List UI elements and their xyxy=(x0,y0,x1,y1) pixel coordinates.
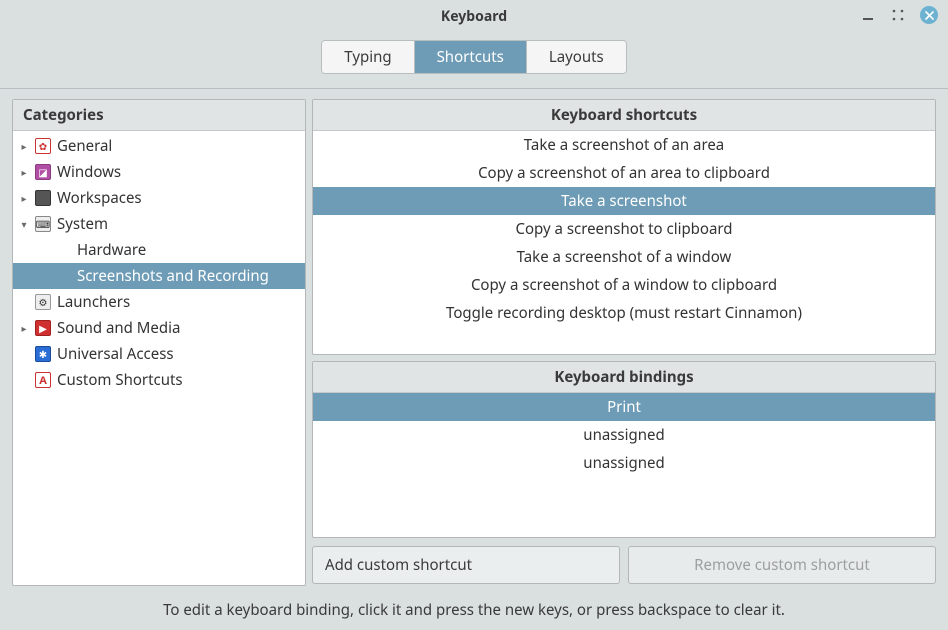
shortcuts-header: Keyboard shortcuts xyxy=(313,100,935,131)
category-general[interactable]: ▸ ✿ General xyxy=(13,133,305,159)
shortcut-row[interactable]: Take a screenshot xyxy=(313,187,935,215)
general-icon: ✿ xyxy=(35,138,51,154)
shortcut-row[interactable]: Take a screenshot of a window xyxy=(313,243,935,271)
shortcuts-list[interactable]: Take a screenshot of an areaCopy a scree… xyxy=(313,131,935,354)
category-label: Launchers xyxy=(57,292,130,312)
expander-open-icon[interactable]: ▾ xyxy=(17,217,31,231)
tab-shortcuts[interactable]: Shortcuts xyxy=(415,41,527,73)
content: Categories ▸ ✿ General ▸ ◪ Windows ▸ Workspaces… xyxy=(0,89,948,592)
expander-closed-icon[interactable]: ▸ xyxy=(17,139,31,153)
category-label: Screenshots and Recording xyxy=(77,266,269,286)
add-custom-shortcut-button[interactable]: Add custom shortcut xyxy=(312,546,620,584)
expander-closed-icon[interactable]: ▸ xyxy=(17,165,31,179)
tabs: Typing Shortcuts Layouts xyxy=(321,40,626,74)
expander-closed-icon[interactable]: ▸ xyxy=(17,321,31,335)
category-label: Universal Access xyxy=(57,344,174,364)
sound-icon: ▶ xyxy=(35,320,51,336)
category-label: Hardware xyxy=(77,240,146,260)
category-label: Windows xyxy=(57,162,121,182)
bindings-header: Keyboard bindings xyxy=(313,362,935,393)
category-sound[interactable]: ▸ ▶ Sound and Media xyxy=(13,315,305,341)
footer-hint: To edit a keyboard binding, click it and… xyxy=(0,592,948,630)
categories-tree[interactable]: ▸ ✿ General ▸ ◪ Windows ▸ Workspaces ▾ ⌨ System Har… xyxy=(13,131,305,585)
window-controls xyxy=(860,6,938,24)
launchers-icon: ⚙ xyxy=(35,294,51,310)
access-icon: ✱ xyxy=(35,346,51,362)
category-screenshots[interactable]: Screenshots and Recording xyxy=(13,263,305,289)
category-label: Sound and Media xyxy=(57,318,180,338)
category-access[interactable]: ✱ Universal Access xyxy=(13,341,305,367)
category-launchers[interactable]: ⚙ Launchers xyxy=(13,289,305,315)
category-workspaces[interactable]: ▸ Workspaces xyxy=(13,185,305,211)
category-label: Custom Shortcuts xyxy=(57,370,183,390)
right-column: Keyboard shortcuts Take a screenshot of … xyxy=(312,99,936,586)
category-label: General xyxy=(57,136,112,156)
maximize-button[interactable] xyxy=(890,7,906,23)
tabs-row: Typing Shortcuts Layouts xyxy=(0,32,948,89)
windows-icon: ◪ xyxy=(35,164,51,180)
tab-typing[interactable]: Typing xyxy=(322,41,414,73)
custom-icon: A xyxy=(35,372,51,388)
binding-row[interactable]: Print xyxy=(313,393,935,421)
shortcut-row[interactable]: Toggle recording desktop (must restart C… xyxy=(313,299,935,327)
close-button[interactable] xyxy=(920,6,938,24)
system-icon: ⌨ xyxy=(35,216,51,232)
category-system[interactable]: ▾ ⌨ System xyxy=(13,211,305,237)
tab-layouts[interactable]: Layouts xyxy=(527,41,626,73)
shortcut-row[interactable]: Copy a screenshot of an area to clipboar… xyxy=(313,159,935,187)
category-custom[interactable]: A Custom Shortcuts xyxy=(13,367,305,393)
workspaces-icon xyxy=(35,190,51,206)
minimize-button[interactable] xyxy=(860,7,876,23)
bindings-panel: Keyboard bindings Printunassignedunassig… xyxy=(312,361,936,538)
binding-row[interactable]: unassigned xyxy=(313,421,935,449)
category-hardware[interactable]: Hardware xyxy=(13,237,305,263)
category-label: Workspaces xyxy=(57,188,142,208)
remove-custom-shortcut-button: Remove custom shortcut xyxy=(628,546,936,584)
buttons-row: Add custom shortcut Remove custom shortc… xyxy=(312,544,936,586)
category-label: System xyxy=(57,214,108,234)
categories-header: Categories xyxy=(13,100,305,131)
window-title: Keyboard xyxy=(441,7,507,26)
titlebar: Keyboard xyxy=(0,0,948,32)
categories-panel: Categories ▸ ✿ General ▸ ◪ Windows ▸ Workspaces… xyxy=(12,99,306,586)
expander-closed-icon[interactable]: ▸ xyxy=(17,191,31,205)
shortcuts-panel: Keyboard shortcuts Take a screenshot of … xyxy=(312,99,936,355)
shortcut-row[interactable]: Take a screenshot of an area xyxy=(313,131,935,159)
keyboard-settings-window: Keyboard Typing Shortcuts Layouts Catego… xyxy=(0,0,948,630)
category-windows[interactable]: ▸ ◪ Windows xyxy=(13,159,305,185)
binding-row[interactable]: unassigned xyxy=(313,449,935,477)
shortcut-row[interactable]: Copy a screenshot of a window to clipboa… xyxy=(313,271,935,299)
shortcut-row[interactable]: Copy a screenshot to clipboard xyxy=(313,215,935,243)
bindings-list[interactable]: Printunassignedunassigned xyxy=(313,393,935,537)
